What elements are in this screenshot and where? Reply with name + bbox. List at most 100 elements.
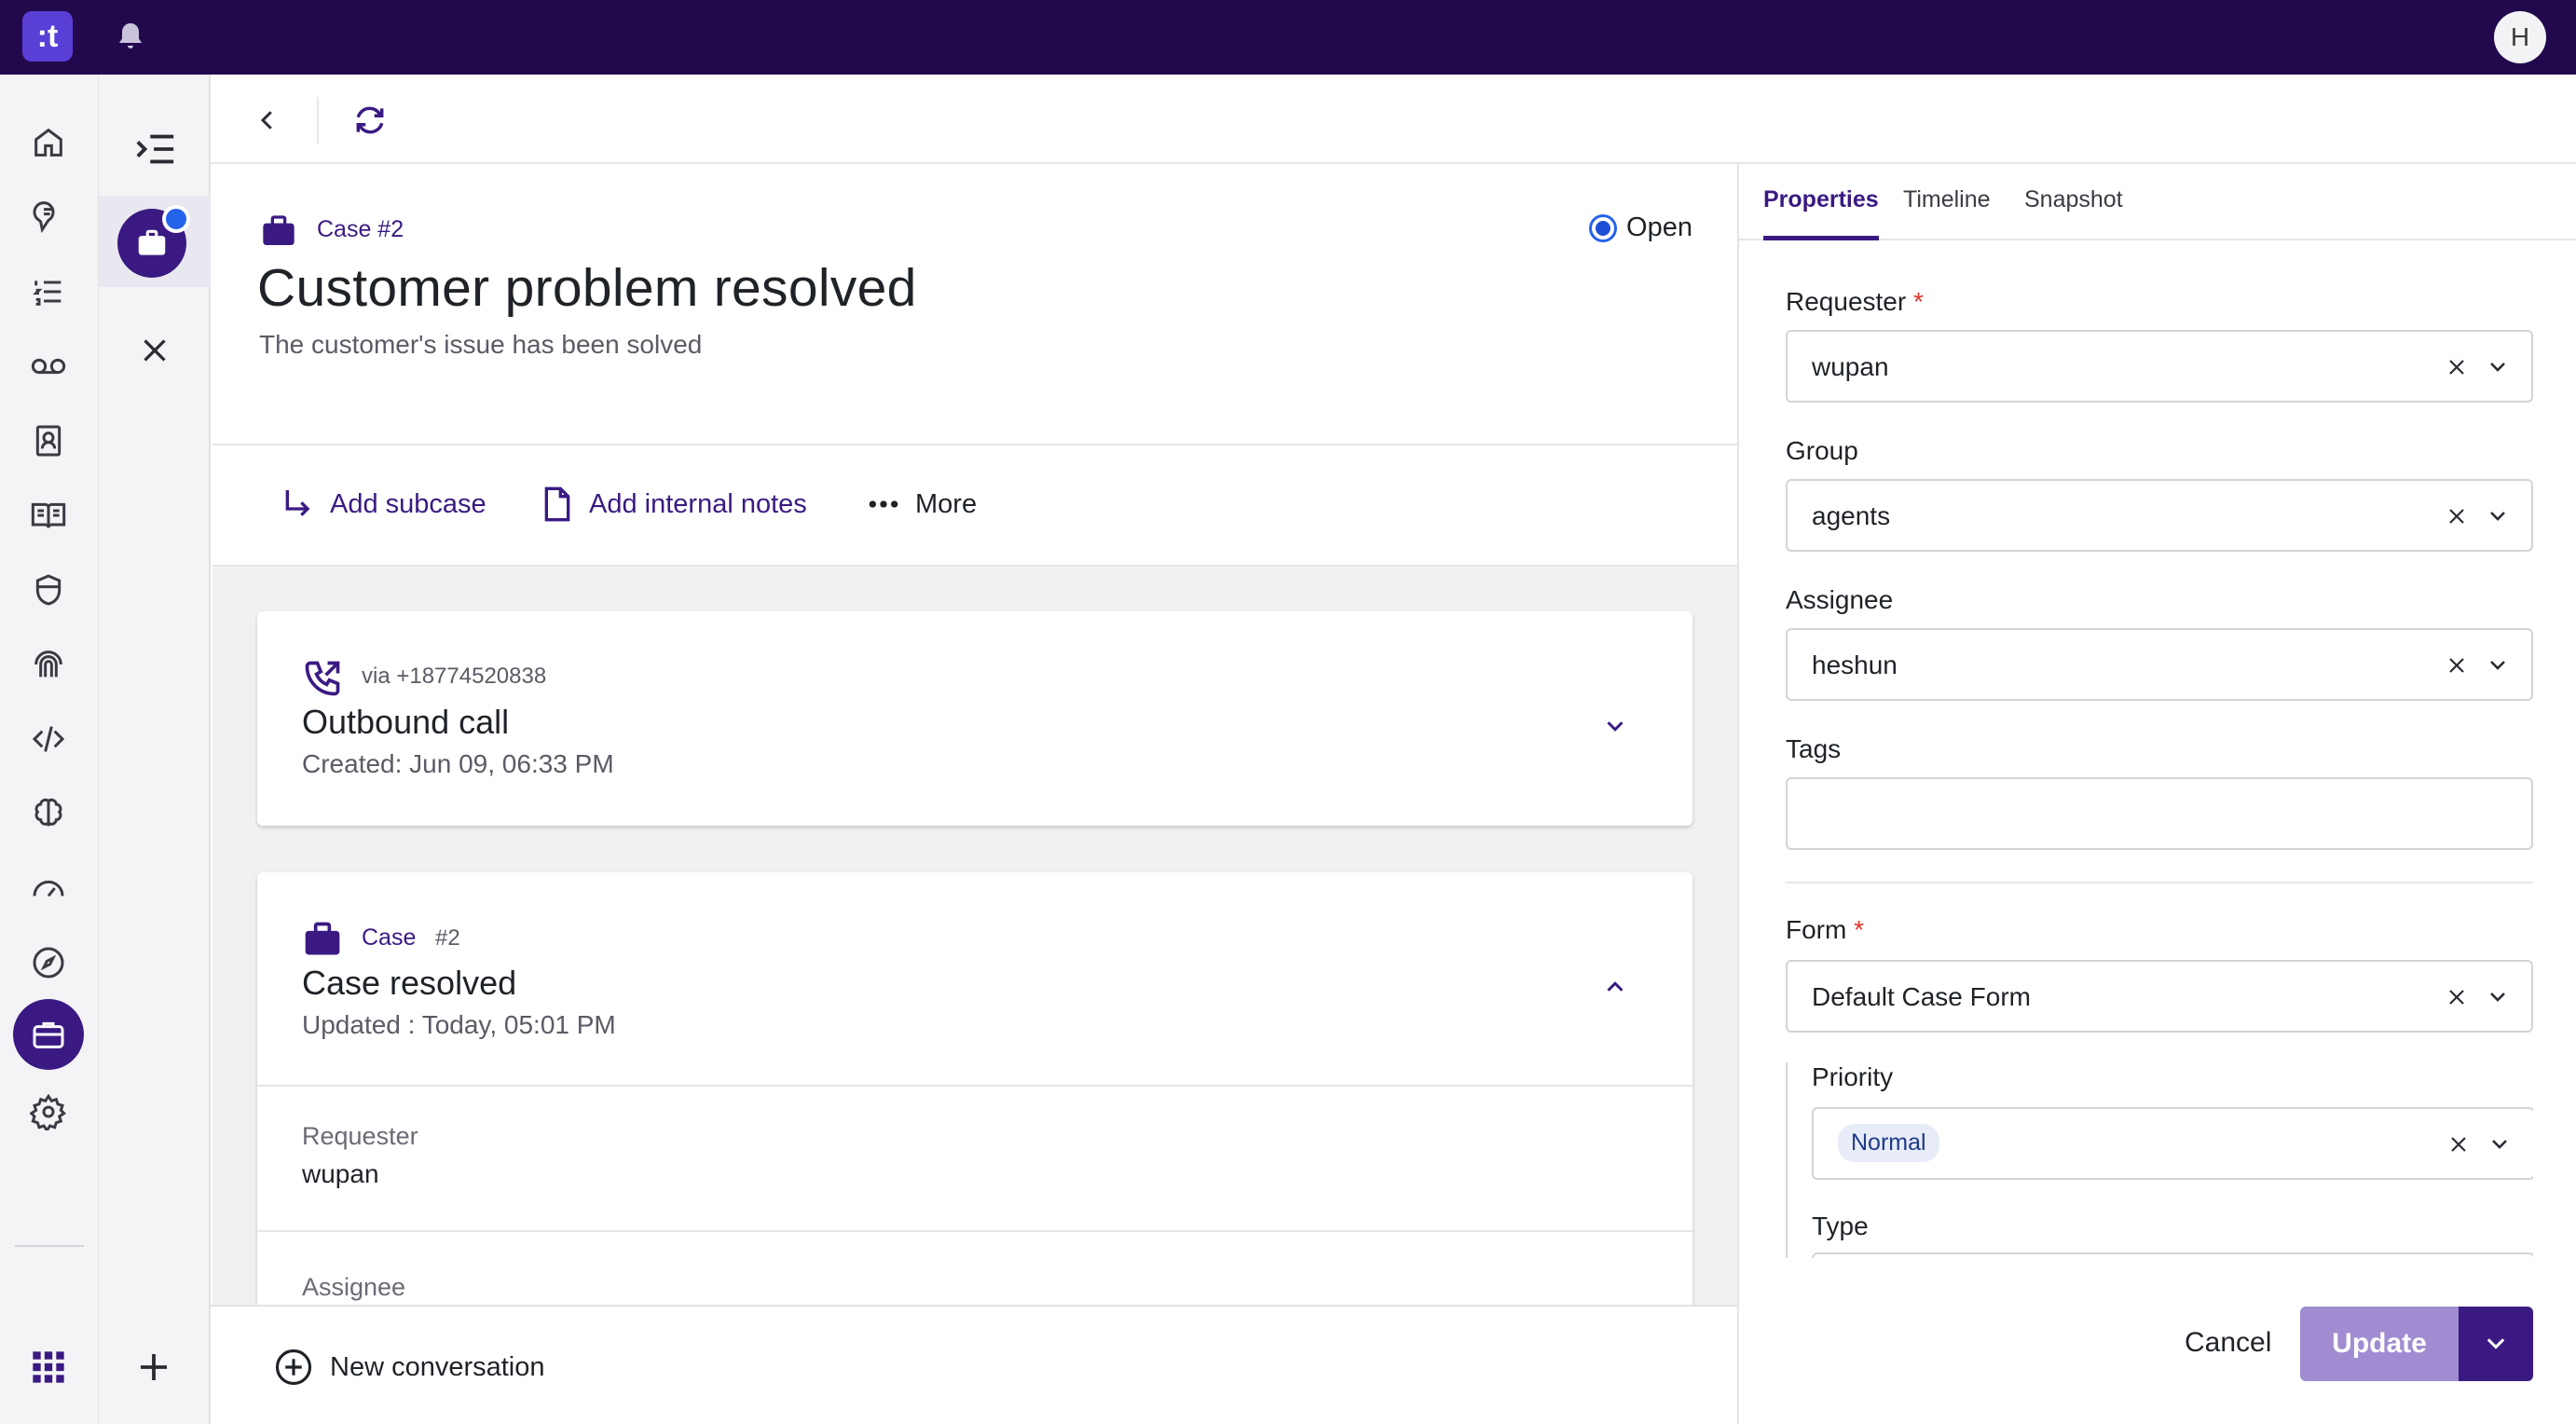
chevron-down-icon[interactable] [2488, 1133, 2511, 1156]
settings-gear-icon[interactable] [25, 1089, 72, 1135]
update-options-button[interactable] [2459, 1307, 2533, 1381]
form-fields-group: Priority Normal Type [1786, 1062, 2533, 1258]
case-description[interactable]: The customer's issue has been solved [259, 330, 702, 360]
clear-icon[interactable] [2446, 654, 2468, 677]
case-card-updated: Updated : Today, 05:01 PM [302, 1010, 616, 1039]
bell-icon[interactable] [114, 19, 147, 56]
field-value: wupan [302, 1159, 379, 1188]
conversation-icon[interactable] [25, 194, 72, 240]
top-bar: :t H [0, 0, 2576, 75]
chevron-down-icon[interactable] [2487, 986, 2509, 1008]
type-select[interactable] [1812, 1253, 2533, 1258]
clear-icon[interactable] [2446, 356, 2468, 378]
divider [1786, 882, 2533, 883]
type-label: Type [1812, 1212, 1869, 1240]
cancel-button[interactable]: Cancel [2185, 1327, 2271, 1359]
group-select[interactable]: agents [1786, 479, 2533, 552]
subcase-arrow-icon [285, 490, 310, 516]
case-id[interactable]: Case #2 [317, 216, 404, 243]
shield-icon[interactable] [25, 567, 72, 613]
new-conversation-button[interactable]: New conversation [274, 1348, 545, 1387]
group-value: agents [1812, 501, 1891, 530]
assignee-label: Assignee [1786, 585, 1894, 614]
close-icon[interactable] [138, 334, 171, 367]
explore-icon[interactable] [25, 939, 72, 986]
tab-timeline[interactable]: Timeline [1903, 186, 1991, 240]
call-created-time: Created: Jun 09, 06:33 PM [302, 749, 614, 778]
chevron-down-icon[interactable] [2487, 356, 2509, 378]
form-label: Form * [1786, 915, 1865, 944]
assignee-select[interactable]: heshun [1786, 628, 2533, 701]
user-avatar[interactable]: H [2494, 11, 2546, 63]
composer-bar: New conversation [211, 1305, 1737, 1424]
chevron-down-icon[interactable] [2487, 505, 2509, 527]
requester-select[interactable]: wupan [1786, 330, 2533, 403]
tags-input[interactable] [1786, 777, 2533, 850]
divider [257, 1230, 1692, 1232]
document-icon [544, 486, 570, 522]
case-main: Case #2 Open Customer problem resolved T… [212, 164, 1737, 1305]
chevron-down-icon[interactable] [1601, 712, 1629, 740]
page-title[interactable]: Customer problem resolved [257, 257, 917, 319]
phone-outgoing-icon [302, 658, 343, 699]
form-select[interactable]: Default Case Form [1786, 960, 2533, 1033]
apps-grid-icon[interactable] [30, 1349, 67, 1386]
priority-label: Priority [1812, 1062, 1894, 1091]
contacts-icon[interactable] [25, 418, 72, 464]
new-conversation-label: New conversation [330, 1351, 545, 1382]
form-value: Default Case Form [1812, 982, 2031, 1011]
priority-chip: Normal [1838, 1124, 1939, 1162]
group-label: Group [1786, 436, 1858, 465]
nav-divider [15, 1245, 84, 1247]
plus-circle-icon [275, 1349, 312, 1386]
case-number: #2 [435, 925, 460, 951]
field-label: Requester [302, 1122, 418, 1150]
back-chevron-icon[interactable] [253, 106, 281, 134]
clear-icon[interactable] [2447, 1133, 2470, 1156]
code-icon[interactable] [25, 716, 72, 762]
case-type-link[interactable]: Case [362, 924, 416, 951]
requester-value: wupan [1812, 352, 1889, 381]
plus-icon[interactable] [134, 1348, 173, 1387]
voicemail-icon[interactable] [25, 343, 72, 390]
tab-snapshot[interactable]: Snapshot [2024, 186, 2123, 240]
cases-briefcase-icon[interactable] [13, 999, 84, 1070]
case-card-meta: Case #2 [362, 924, 460, 952]
tab-properties[interactable]: Properties [1763, 186, 1879, 240]
home-icon[interactable] [25, 119, 72, 166]
toolbar-divider [317, 97, 319, 144]
secondary-nav [99, 75, 211, 1424]
more-button[interactable]: More [865, 481, 977, 527]
requester-label: Requester * [1786, 287, 1924, 316]
list-icon[interactable] [25, 268, 72, 315]
outbound-call-card[interactable]: via +18774520838 Outbound call Created: … [257, 611, 1692, 826]
app-logo[interactable]: :t [22, 11, 73, 62]
divider [257, 1085, 1692, 1087]
case-resolved-card[interactable]: Case #2 Case resolved Updated : Today, 0… [257, 872, 1692, 1305]
refresh-icon[interactable] [352, 103, 388, 138]
clear-icon[interactable] [2446, 986, 2468, 1008]
case-briefcase-icon [302, 919, 343, 960]
add-internal-notes-button[interactable]: Add internal notes [539, 481, 807, 527]
priority-select[interactable]: Normal [1812, 1107, 2533, 1180]
assignee-value: heshun [1812, 650, 1898, 679]
dashboard-icon[interactable] [25, 865, 72, 911]
status-selector[interactable]: Open [1589, 212, 1692, 243]
more-dots-icon [869, 500, 898, 508]
call-title: Outbound call [302, 703, 510, 741]
case-toolbar [211, 75, 2576, 164]
panel-tabs: Properties Timeline Snapshot [1739, 164, 2576, 240]
collapse-menu-icon[interactable] [134, 130, 177, 168]
properties-panel: Properties Timeline Snapshot Requester *… [1737, 164, 2576, 1424]
update-button[interactable]: Update [2300, 1307, 2459, 1381]
clear-icon[interactable] [2446, 505, 2468, 527]
ai-brain-icon[interactable] [25, 790, 72, 837]
add-subcase-button[interactable]: Add subcase [280, 481, 486, 527]
fingerprint-icon[interactable] [25, 641, 72, 688]
chevron-down-icon[interactable] [2487, 654, 2509, 677]
activity-feed[interactable]: via +18774520838 Outbound call Created: … [212, 567, 1737, 1305]
unread-dot [162, 205, 190, 233]
knowledge-book-icon[interactable] [25, 492, 72, 539]
left-nav [0, 75, 99, 1424]
chevron-up-icon[interactable] [1601, 973, 1629, 1001]
